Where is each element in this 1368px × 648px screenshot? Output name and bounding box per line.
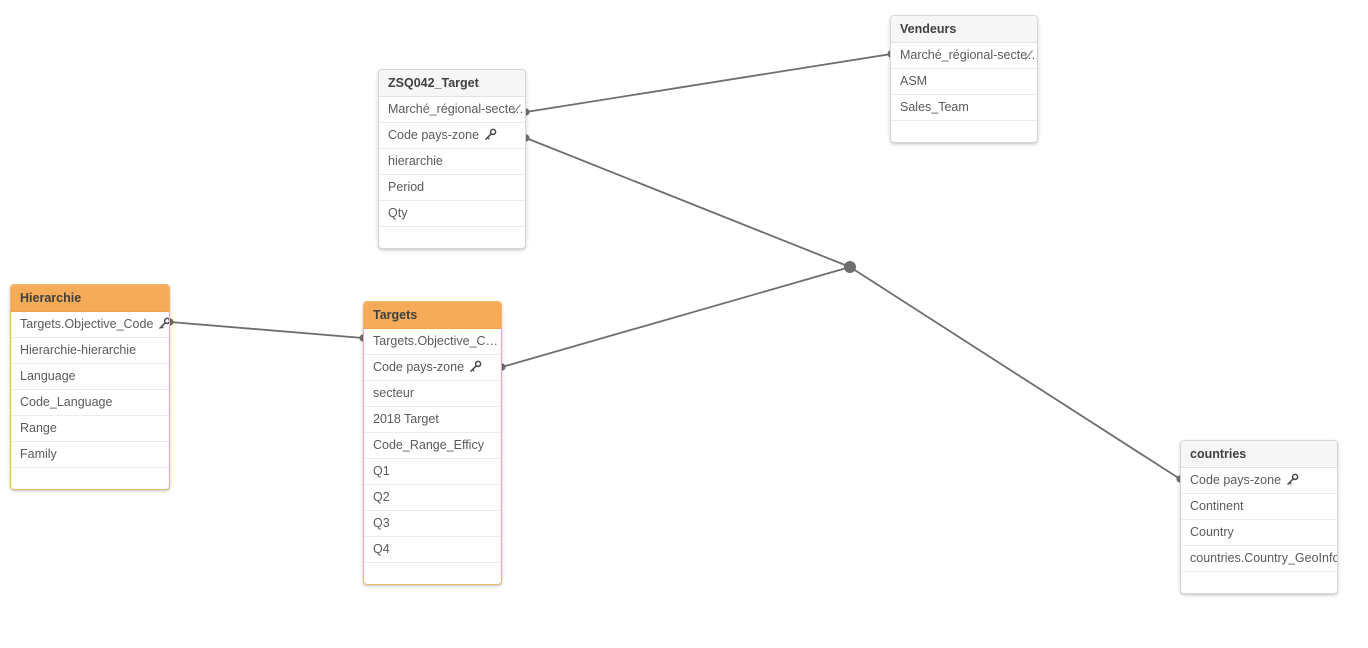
field-label: Hierarchie-hierarchie [20, 343, 137, 358]
key-icon [469, 360, 482, 373]
field-label: Code pays-zone [1190, 473, 1282, 488]
field-row[interactable]: Targets.Objective_C… [364, 329, 501, 355]
field-row[interactable]: Language [11, 364, 169, 390]
field-row[interactable]: Qty [379, 201, 525, 227]
table-footer-spacer [379, 227, 525, 248]
field-row[interactable]: Q1 [364, 459, 501, 485]
field-label: Sales_Team [900, 100, 969, 115]
field-row[interactable]: Marché_régional-secte… [379, 97, 525, 123]
association-link[interactable] [849, 266, 1181, 480]
field-row[interactable]: Family [11, 442, 169, 468]
table-title-zsq042_target[interactable]: ZSQ042_Target [379, 70, 525, 97]
field-label: Marché_régional-secte… [900, 48, 1037, 63]
field-label: hierarchie [388, 154, 443, 169]
field-row[interactable]: Code_Range_Efficy [364, 433, 501, 459]
field-label: Range [20, 421, 57, 436]
field-row[interactable]: Range [11, 416, 169, 442]
field-label: Marché_régional-secte… [388, 102, 525, 117]
field-label: Language [20, 369, 76, 384]
field-row[interactable]: Country [1181, 520, 1337, 546]
field-label: Q3 [373, 516, 390, 531]
link-layer [166, 50, 1184, 483]
field-row[interactable]: Continent [1181, 494, 1337, 520]
field-row[interactable]: ASM [891, 69, 1037, 95]
field-row[interactable]: Q3 [364, 511, 501, 537]
field-row[interactable]: countries.Country_GeoInfo [1181, 546, 1337, 572]
field-label: Q1 [373, 464, 390, 479]
association-link[interactable] [501, 266, 851, 368]
field-label: Qty [388, 206, 408, 221]
field-label: Targets.Objective_C… [373, 334, 499, 349]
association-link[interactable] [525, 53, 892, 113]
field-row[interactable]: Code_Language [11, 390, 169, 416]
field-row[interactable]: Code pays-zone [1181, 468, 1337, 494]
field-row[interactable]: Code pays-zone [379, 123, 525, 149]
field-label: countries.Country_GeoInfo [1190, 551, 1337, 566]
field-label: Q4 [373, 542, 390, 557]
association-link[interactable] [525, 137, 851, 268]
field-label: Code_Range_Efficy [373, 438, 484, 453]
data-model-canvas[interactable]: ZSQ042_Target Marché_régional-secte… Code … [0, 0, 1368, 648]
field-label: Code pays-zone [373, 360, 465, 375]
field-label: Family [20, 447, 57, 462]
field-row[interactable]: Hierarchie-hierarchie [11, 338, 169, 364]
field-label: 2018 Target [373, 412, 439, 427]
field-row[interactable]: Q4 [364, 537, 501, 563]
link-junction-node[interactable] [844, 261, 856, 273]
field-label: ASM [900, 74, 928, 89]
field-label: Period [388, 180, 425, 195]
table-countries[interactable]: countries Code pays-zone Continent Country c… [1180, 440, 1338, 594]
field-row[interactable]: Q2 [364, 485, 501, 511]
field-label: Q2 [373, 490, 390, 505]
field-label: Continent [1190, 499, 1244, 514]
table-footer-spacer [891, 121, 1037, 142]
field-row[interactable]: Code pays-zone [364, 355, 501, 381]
table-title-targets[interactable]: Targets [364, 302, 501, 329]
table-targets[interactable]: Targets Targets.Objective_C… Code pays-zon… [363, 301, 502, 585]
table-title-countries[interactable]: countries [1181, 441, 1337, 468]
field-row[interactable]: Sales_Team [891, 95, 1037, 121]
field-row[interactable]: hierarchie [379, 149, 525, 175]
table-title-hierarchie[interactable]: Hierarchie [11, 285, 169, 312]
field-row[interactable]: Marché_régional-secte… [891, 43, 1037, 69]
table-footer-spacer [1181, 572, 1337, 593]
table-zsq042_target[interactable]: ZSQ042_Target Marché_régional-secte… Code … [378, 69, 526, 249]
field-row[interactable]: 2018 Target [364, 407, 501, 433]
field-label: Code_Language [20, 395, 113, 410]
association-link[interactable] [169, 321, 364, 339]
field-row[interactable]: secteur [364, 381, 501, 407]
table-footer-spacer [11, 468, 169, 489]
table-footer-spacer [364, 563, 501, 584]
field-label: Code pays-zone [388, 128, 480, 143]
field-label: Targets.Objective_Code [20, 317, 154, 332]
table-vendeurs[interactable]: Vendeurs Marché_régional-secte… ASM Sales_T… [890, 15, 1038, 143]
field-label: Country [1190, 525, 1234, 540]
expand-handle-icon[interactable] [1023, 49, 1034, 62]
table-hierarchie[interactable]: Hierarchie Targets.Objective_Code Hierarch… [10, 284, 170, 490]
key-icon [484, 128, 497, 141]
field-row[interactable]: Targets.Objective_Code [11, 312, 169, 338]
table-title-vendeurs[interactable]: Vendeurs [891, 16, 1037, 43]
field-row[interactable]: Period [379, 175, 525, 201]
expand-handle-icon[interactable] [511, 103, 522, 116]
field-label: secteur [373, 386, 414, 401]
key-icon [158, 317, 169, 330]
key-icon [1286, 473, 1299, 486]
